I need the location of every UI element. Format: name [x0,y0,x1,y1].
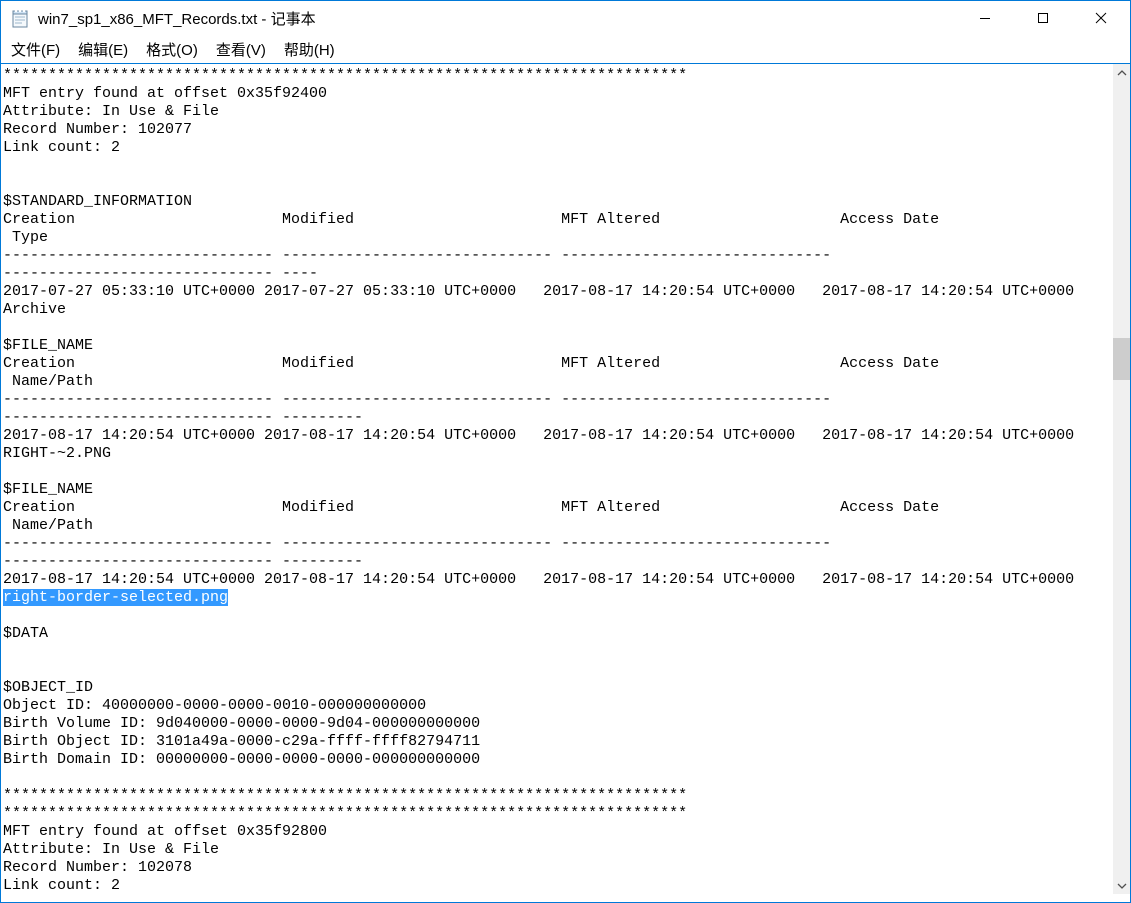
text-line: ****************************************… [3,787,1113,805]
text-line [3,157,1113,175]
selected-text: right-border-selected.png [3,589,228,606]
text-line: Type [3,229,1113,247]
maximize-button[interactable] [1014,1,1072,35]
text-line: $OBJECT_ID [3,679,1113,697]
text-line: ****************************************… [3,805,1113,823]
text-line: Record Number: 102078 [3,859,1113,877]
menu-item-help[interactable]: 帮助(H) [275,36,344,63]
text-line [3,643,1113,661]
window-controls [956,1,1130,35]
maximize-icon [1037,12,1049,24]
close-button[interactable] [1072,1,1130,35]
text-line: 2017-08-17 14:20:54 UTC+0000 2017-08-17 … [3,427,1113,445]
text-line: Birth Volume ID: 9d040000-0000-0000-9d04… [3,715,1113,733]
text-line: ------------------------------ ---------… [3,391,1113,409]
minimize-button[interactable] [956,1,1014,35]
text-line: right-border-selected.png [3,589,1113,607]
text-line [3,661,1113,679]
editor[interactable]: ****************************************… [1,63,1130,902]
vertical-scrollbar[interactable] [1113,64,1130,894]
text-line: Name/Path [3,517,1113,535]
text-line: Creation Modified MFT Altered Access Dat… [3,355,1113,373]
text-line: ------------------------------ ---- [3,265,1113,283]
text-line: $FILE_NAME [3,481,1113,499]
text-line: 2017-07-27 05:33:10 UTC+0000 2017-07-27 … [3,283,1113,301]
text-line: ------------------------------ ---------… [3,247,1113,265]
menu-bar: 文件(F)编辑(E)格式(O)查看(V)帮助(H) [1,35,1130,63]
text-line: Link count: 2 [3,877,1113,895]
text-line: 2017-08-17 14:20:54 UTC+0000 2017-08-17 … [3,571,1113,589]
text-line: $STANDARD_INFORMATION [3,193,1113,211]
text-content[interactable]: ****************************************… [1,64,1113,902]
text-line [3,175,1113,193]
text-line: $FILE_NAME [3,337,1113,355]
text-line: Name/Path [3,373,1113,391]
text-line [3,769,1113,787]
text-line: MFT entry found at offset 0x35f92400 [3,85,1113,103]
text-line [3,463,1113,481]
text-line: ------------------------------ ---------… [3,535,1113,553]
text-line: Attribute: In Use & File [3,841,1113,859]
text-line: ------------------------------ --------- [3,409,1113,427]
text-line: MFT entry found at offset 0x35f92800 [3,823,1113,841]
text-line: Object ID: 40000000-0000-0000-0010-00000… [3,697,1113,715]
scrollbar-thumb[interactable] [1113,338,1130,380]
text-line: Creation Modified MFT Altered Access Dat… [3,499,1113,517]
close-icon [1095,12,1107,24]
text-line [3,319,1113,337]
text-line: ------------------------------ --------- [3,553,1113,571]
text-line: Record Number: 102077 [3,121,1113,139]
window-title: win7_sp1_x86_MFT_Records.txt - 记事本 [38,8,316,29]
text-line: Birth Domain ID: 00000000-0000-0000-0000… [3,751,1113,769]
chevron-down-icon [1117,883,1127,889]
menu-item-format[interactable]: 格式(O) [137,36,207,63]
chevron-up-icon [1117,70,1127,76]
scroll-down-button[interactable] [1113,877,1130,894]
text-line: Link count: 2 [3,139,1113,157]
text-line: ****************************************… [3,67,1113,85]
text-line: $DATA [3,625,1113,643]
text-line: Archive [3,301,1113,319]
menu-item-view[interactable]: 查看(V) [207,36,275,63]
text-line: Creation Modified MFT Altered Access Dat… [3,211,1113,229]
scroll-up-button[interactable] [1113,64,1130,81]
menu-item-edit[interactable]: 编辑(E) [69,36,137,63]
text-line [3,607,1113,625]
text-line: RIGHT-~2.PNG [3,445,1113,463]
notepad-window: win7_sp1_x86_MFT_Records.txt - 记事本 文件(F)… [0,0,1131,903]
menu-item-file[interactable]: 文件(F) [2,36,69,63]
minimize-icon [979,12,991,24]
notepad-icon [10,8,30,28]
title-bar: win7_sp1_x86_MFT_Records.txt - 记事本 [1,1,1130,35]
text-line: Birth Object ID: 3101a49a-0000-c29a-ffff… [3,733,1113,751]
text-line: Attribute: In Use & File [3,103,1113,121]
